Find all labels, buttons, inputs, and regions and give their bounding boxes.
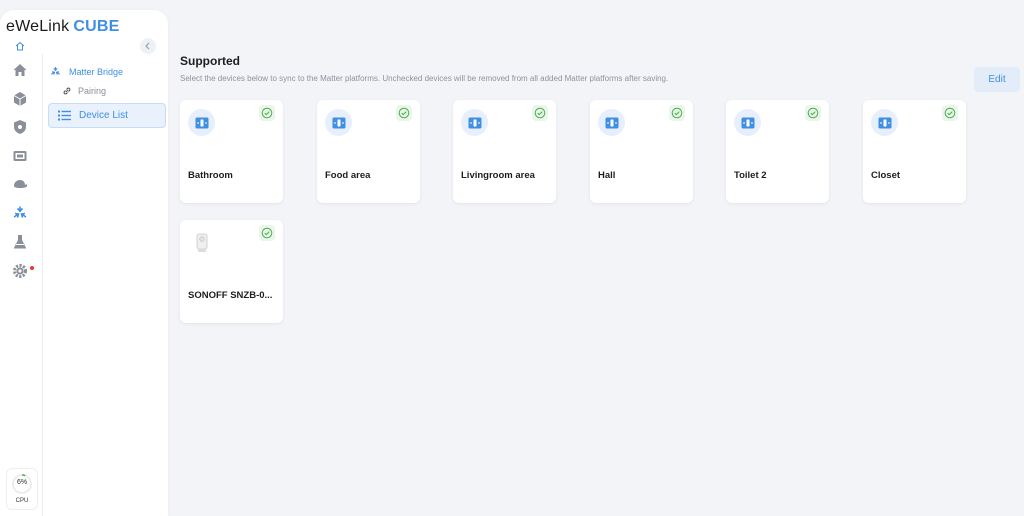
- switch-icon: [734, 109, 761, 136]
- sidebar: eWeLink CUBE 6% CPU Matter Bridge Pairin…: [0, 10, 168, 516]
- switch-icon: [325, 109, 352, 136]
- notification-dot: [30, 266, 34, 270]
- home-icon[interactable]: [11, 61, 29, 79]
- page-description: Select the devices below to sync to the …: [180, 74, 669, 83]
- icon-rail: [0, 54, 43, 516]
- device-name: Bathroom: [188, 170, 233, 181]
- switch-icon: [188, 109, 215, 136]
- home-small-icon: [15, 41, 25, 51]
- switch-icon: [598, 109, 625, 136]
- check-circle-icon[interactable]: [259, 225, 275, 241]
- nav-device-list[interactable]: Device List: [48, 103, 166, 128]
- chevron-left-icon: [145, 42, 150, 50]
- cube-icon[interactable]: [11, 90, 29, 108]
- gear-icon[interactable]: [11, 262, 29, 280]
- nav-matter-bridge-label: Matter Bridge: [69, 66, 124, 77]
- cpu-usage-widget: 6% CPU: [6, 468, 38, 510]
- device-card[interactable]: Hall: [590, 100, 693, 203]
- matter-icon: [51, 67, 60, 75]
- hat-icon[interactable]: [11, 175, 29, 193]
- brand-name: eWeLink: [6, 18, 70, 35]
- device-card[interactable]: Toilet 2: [726, 100, 829, 203]
- device-name: Closet: [871, 170, 901, 181]
- collapse-sidebar-button[interactable]: [140, 38, 156, 54]
- cpu-value: 6%: [16, 479, 28, 486]
- switch-icon: [871, 109, 898, 136]
- brand-product: CUBE: [73, 18, 120, 35]
- device-card[interactable]: Bathroom: [180, 100, 283, 203]
- device-name: Livingroom area: [461, 170, 535, 181]
- device-name: Toilet 2: [734, 170, 767, 181]
- check-circle-icon[interactable]: [805, 105, 821, 121]
- matter-icon[interactable]: [11, 204, 29, 222]
- camera-icon[interactable]: [11, 147, 29, 165]
- link-icon: [63, 87, 71, 95]
- brand-logo: eWeLink CUBE: [6, 18, 120, 36]
- check-circle-icon[interactable]: [396, 105, 412, 121]
- nav-pairing-label: Pairing: [78, 86, 107, 96]
- check-circle-icon[interactable]: [669, 105, 685, 121]
- check-circle-icon[interactable]: [942, 105, 958, 121]
- check-circle-icon[interactable]: [532, 105, 548, 121]
- check-circle-icon[interactable]: [259, 105, 275, 121]
- list-icon: [58, 110, 71, 121]
- shield-icon[interactable]: [11, 118, 29, 136]
- device-name: Food area: [325, 170, 371, 181]
- switch-icon: [461, 109, 488, 136]
- device-card[interactable]: Food area: [317, 100, 420, 203]
- device-card[interactable]: Closet: [863, 100, 966, 203]
- nav-matter-bridge[interactable]: Matter Bridge: [50, 66, 123, 77]
- device-name: SONOFF SNZB-0...: [188, 290, 273, 301]
- nav-pairing[interactable]: Pairing: [62, 86, 106, 96]
- edit-button[interactable]: Edit: [974, 67, 1020, 92]
- sensor-icon: [188, 229, 215, 256]
- device-name: Hall: [598, 170, 616, 181]
- nav-device-list-label: Device List: [79, 110, 128, 121]
- page-title: Supported: [180, 54, 240, 68]
- device-card[interactable]: SONOFF SNZB-0...: [180, 220, 283, 323]
- cpu-label: CPU: [15, 498, 29, 504]
- device-card[interactable]: Livingroom area: [453, 100, 556, 203]
- flask-icon[interactable]: [11, 233, 29, 251]
